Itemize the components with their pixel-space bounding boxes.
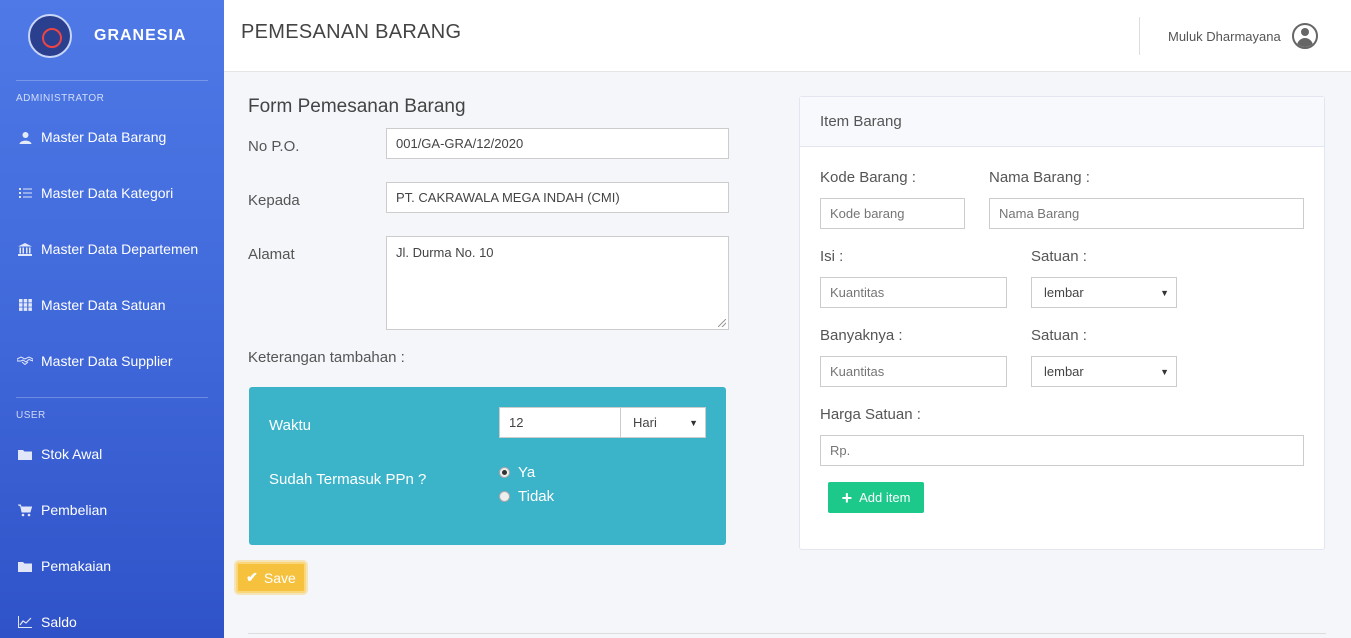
sidebar-item-master-data-supplier[interactable]: Master Data Supplier (0, 333, 224, 389)
user-name[interactable]: Muluk Dharmayana (1168, 29, 1281, 44)
grid-icon (17, 299, 33, 311)
satuan-banyaknya-value: lembar (1044, 364, 1084, 379)
sidebar-item-label: Master Data Departemen (41, 241, 199, 257)
satuan-banyaknya-label: Satuan : (1031, 327, 1087, 344)
radio-checked-icon[interactable] (499, 467, 510, 478)
sidebar-item-pemakaian[interactable]: Pemakaian (0, 538, 224, 594)
add-item-button[interactable]: + Add item (828, 482, 924, 513)
ppn-no-option[interactable]: Tidak (499, 488, 554, 505)
brand-name: GRANESIA (94, 27, 187, 44)
keterangan-label: Keterangan tambahan : (248, 349, 405, 366)
avatar-icon[interactable] (1292, 23, 1318, 49)
brand-logo (28, 14, 72, 58)
no-po-label: No P.O. (248, 138, 300, 155)
bank-icon (17, 242, 33, 256)
sidebar-item-label: Pemakaian (41, 558, 112, 574)
resize-handle-icon[interactable] (718, 319, 726, 327)
satuan-isi-label: Satuan : (1031, 248, 1087, 265)
sidebar-item-pembelian[interactable]: Pembelian (0, 482, 224, 538)
sidebar-item-label: Master Data Barang (41, 129, 167, 145)
sidebar-item-master-data-satuan[interactable]: Master Data Satuan (0, 277, 224, 333)
add-item-label: Add item (859, 490, 911, 505)
folder-icon (17, 449, 33, 460)
sidebar-item-stok-awal[interactable]: Stok Awal (0, 426, 224, 482)
waktu-label: Waktu (269, 417, 311, 434)
kepada-label: Kepada (248, 192, 300, 209)
kepada-input[interactable]: PT. CAKRAWALA MEGA INDAH (CMI) (386, 182, 729, 213)
nama-barang-label: Nama Barang : (989, 169, 1090, 186)
sidebar-item-saldo[interactable]: Saldo (0, 594, 224, 638)
handshake-icon (17, 356, 33, 366)
caret-down-icon: ▼ (1160, 287, 1169, 298)
sidebar-item-label: Master Data Kategori (41, 185, 174, 201)
sidebar-item-label: Pembelian (41, 502, 108, 518)
sidebar-item-master-data-departemen[interactable]: Master Data Departemen (0, 221, 224, 277)
keterangan-panel: Waktu 12 Hari ▼ Sudah Termasuk PPn ? Ya … (249, 387, 726, 545)
kode-barang-label: Kode Barang : (820, 169, 916, 186)
harga-satuan-label: Harga Satuan : (820, 406, 921, 423)
satuan-isi-value: lembar (1044, 285, 1084, 300)
kode-barang-input[interactable] (820, 198, 965, 229)
card-title: Item Barang (800, 97, 1324, 147)
banyaknya-label: Banyaknya : (820, 327, 903, 344)
isi-label: Isi : (820, 248, 844, 265)
header-divider (1139, 17, 1140, 55)
cart-icon (17, 504, 33, 517)
top-header: PEMESANAN BARANG Muluk Dharmayana (224, 0, 1351, 72)
save-label: Save (263, 569, 296, 586)
footer-divider (248, 633, 1326, 634)
chart-icon (17, 616, 33, 628)
waktu-unit-select[interactable]: Hari ▼ (620, 407, 706, 438)
brand[interactable]: GRANESIA (0, 0, 224, 72)
check-icon: ✔ (246, 569, 258, 585)
page-title: PEMESANAN BARANG (241, 21, 462, 43)
satuan-isi-select[interactable]: lembar ▼ (1031, 277, 1177, 308)
sidebar-item-label: Stok Awal (41, 446, 103, 462)
sidebar-item-label: Saldo (41, 614, 77, 630)
user-icon (17, 131, 33, 144)
ppn-yes-label: Ya (518, 464, 536, 481)
form-title: Form Pemesanan Barang (248, 96, 466, 117)
folder-icon (17, 561, 33, 572)
sidebar-item-label: Master Data Supplier (41, 353, 173, 369)
caret-down-icon: ▼ (1160, 366, 1169, 377)
sidebar-section-title: ADMINISTRATOR (16, 93, 105, 104)
alamat-textarea[interactable]: Jl. Durma No. 10 (386, 236, 729, 330)
list-icon (17, 187, 33, 199)
sidebar-section-title: USER (16, 410, 46, 421)
ppn-label: Sudah Termasuk PPn ? (269, 471, 427, 488)
caret-down-icon: ▼ (689, 417, 698, 428)
sidebar-item-master-data-kategori[interactable]: Master Data Kategori (0, 165, 224, 221)
waktu-unit-value: Hari (633, 415, 657, 430)
ppn-no-label: Tidak (518, 488, 555, 505)
nama-barang-input[interactable] (989, 198, 1304, 229)
harga-satuan-input[interactable] (820, 435, 1304, 466)
save-button[interactable]: ✔ Save (236, 562, 306, 593)
sidebar-item-master-data-barang[interactable]: Master Data Barang (0, 109, 224, 165)
no-po-input[interactable]: 001/GA-GRA/12/2020 (386, 128, 729, 159)
banyaknya-input[interactable] (820, 356, 1007, 387)
alamat-text: Jl. Durma No. 10 (396, 245, 494, 260)
sidebar-item-label: Master Data Satuan (41, 297, 166, 313)
plus-icon: + (841, 487, 853, 508)
radio-unchecked-icon[interactable] (499, 491, 510, 502)
sidebar: GRANESIA ADMINISTRATOR Master Data Baran… (0, 0, 224, 638)
satuan-banyaknya-select[interactable]: lembar ▼ (1031, 356, 1177, 387)
ppn-yes-option[interactable]: Ya (499, 464, 535, 481)
alamat-label: Alamat (248, 246, 295, 263)
isi-input[interactable] (820, 277, 1007, 308)
waktu-input[interactable]: 12 (499, 407, 621, 438)
